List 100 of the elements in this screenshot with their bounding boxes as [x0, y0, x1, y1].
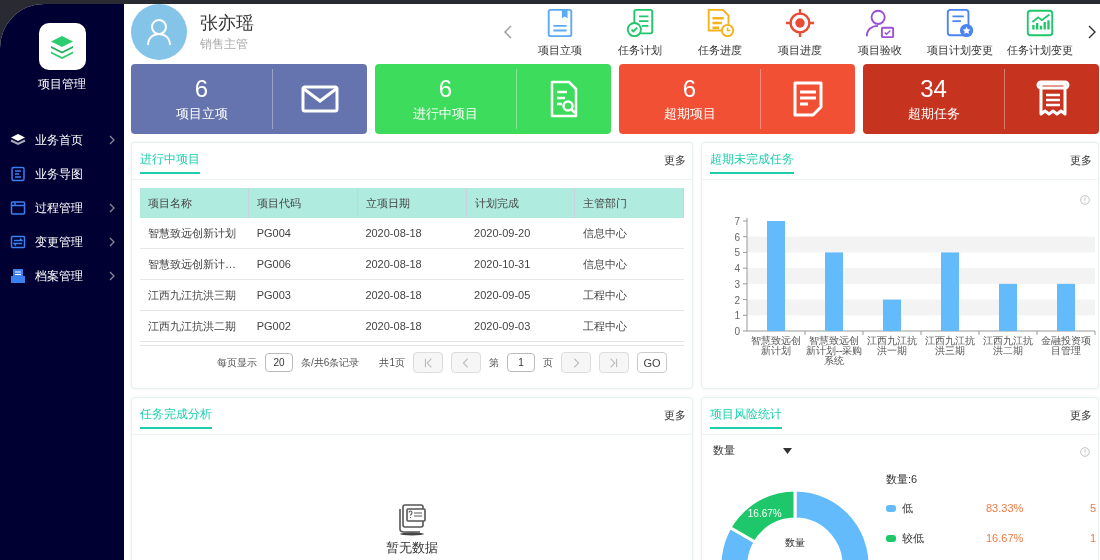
- stat-value: 6: [438, 75, 453, 103]
- stat-label: 超期任务: [907, 105, 960, 123]
- legend-label: 较低: [902, 530, 925, 546]
- table-cell: 智慧致远创新计划: [140, 218, 249, 249]
- page-count: 共1页: [379, 355, 405, 370]
- axis-label: 江西九江抗洪三期: [925, 335, 975, 356]
- legend-label: 低: [902, 500, 914, 516]
- menu-item[interactable]: 业务导图: [0, 157, 124, 191]
- shortcut[interactable]: 任务计划: [601, 6, 679, 58]
- record-count: 条/共6条记录: [301, 355, 360, 370]
- stat-value: 6: [682, 75, 697, 103]
- page-suffix: 页: [543, 355, 553, 370]
- shortcut[interactable]: 任务计划变更: [1001, 6, 1079, 58]
- legend-total: 数量:6: [886, 472, 919, 487]
- bar: [999, 283, 1017, 331]
- table-cell: 2020-08-18: [357, 248, 467, 280]
- axis-label: 6: [734, 231, 740, 243]
- axis-label: 5: [734, 247, 740, 259]
- stat-label: 进行中项目: [413, 105, 478, 123]
- chevron-left-icon: [504, 25, 512, 39]
- stat-card[interactable]: 6 项目立项: [131, 64, 367, 134]
- axis-label: 智慧致远创新计划--采购系统: [805, 335, 863, 366]
- table-cell: 2020-08-18: [357, 218, 467, 249]
- stat-label: 超期项目: [663, 105, 716, 123]
- stat-label: 项目立项: [175, 105, 228, 123]
- more-link[interactable]: 更多: [664, 143, 686, 168]
- table-cell: 2020-10-31: [466, 248, 575, 280]
- legend-count: 1: [1088, 532, 1096, 544]
- page-prefix: 第: [489, 355, 499, 370]
- table-cell: 工程中心: [574, 279, 684, 311]
- menu-item[interactable]: 过程管理: [0, 191, 124, 225]
- page-size-label: 每页显示: [217, 355, 258, 370]
- more-link[interactable]: 更多: [664, 398, 686, 423]
- axis-label: 4: [734, 263, 740, 275]
- table-cell: 2020-09-05: [466, 279, 575, 311]
- shortcut[interactable]: 项目计划变更: [921, 6, 999, 58]
- table-cell: 智慧致远创新计…: [140, 248, 249, 280]
- table-cell: 江西九江抗洪三期: [140, 279, 249, 311]
- menu-icon: [10, 268, 26, 284]
- info-icon: [1080, 195, 1090, 205]
- axis-label: 1: [734, 310, 740, 322]
- go-button[interactable]: GO: [637, 352, 667, 373]
- axis-label: 3: [734, 278, 740, 290]
- menu-item[interactable]: 业务首页: [0, 123, 124, 157]
- axis-label: 7: [734, 216, 740, 227]
- app-name: 项目管理: [37, 76, 87, 93]
- table-cell: PG002: [248, 310, 358, 342]
- menu-icon: [10, 200, 26, 216]
- slice-label: 16.67%: [747, 507, 782, 519]
- column-header: 项目代码: [248, 188, 358, 218]
- more-link[interactable]: 更多: [1070, 398, 1092, 423]
- table-cell: 工程中心: [574, 310, 684, 342]
- empty-message: 暂无数据: [386, 539, 438, 557]
- legend-count: 5: [1088, 502, 1096, 514]
- axis-label: 江西九江抗洪一期: [867, 335, 917, 356]
- user-silhouette-icon: [146, 18, 172, 46]
- table-cell: 2020-08-18: [357, 279, 467, 311]
- table-cell: 2020-09-03: [466, 310, 575, 342]
- table-cell: 2020-08-18: [357, 310, 467, 342]
- stat-card[interactable]: 34 超期任务: [863, 64, 1099, 134]
- shortcut-icon: [784, 6, 816, 39]
- axis-label: 0: [734, 326, 740, 337]
- table-cell: 2020-09-20: [466, 218, 575, 249]
- table-cell: PG006: [248, 248, 358, 280]
- table-cell: 信息中心: [574, 248, 684, 280]
- menu-item[interactable]: 档案管理: [0, 259, 124, 293]
- shortcut[interactable]: 项目立项: [521, 6, 599, 58]
- axis-label: 金融投资项目管理: [1041, 335, 1091, 356]
- menu-icon: [10, 166, 26, 182]
- stack-icon: [10, 132, 26, 148]
- info-icon: [1080, 447, 1090, 457]
- shortcut[interactable]: 项目进度: [761, 6, 839, 58]
- chevron-right-icon: [1088, 25, 1096, 39]
- page-number-field[interactable]: 1: [507, 353, 535, 372]
- column-header: 计划完成: [466, 188, 575, 218]
- stat-value: 34: [920, 75, 947, 103]
- column-header: 主管部门: [574, 188, 684, 218]
- more-link[interactable]: 更多: [1070, 143, 1092, 168]
- table-cell: PG003: [248, 279, 358, 311]
- bar: [1057, 283, 1075, 331]
- legend-percent: 83.33%: [986, 502, 1025, 514]
- axis-label: 智慧致远创新计划: [751, 335, 801, 356]
- bar: [883, 299, 901, 331]
- stat-card[interactable]: 6 超期项目: [619, 64, 855, 134]
- user-name: 张亦瑶: [200, 11, 255, 34]
- stat-value: 6: [194, 75, 209, 103]
- legend-percent: 16.67%: [986, 532, 1025, 544]
- donut-center-label: 数量: [785, 537, 805, 548]
- table-cell: PG004: [248, 218, 358, 249]
- shortcut[interactable]: 任务进度: [681, 6, 759, 58]
- column-header: 项目名称: [140, 188, 249, 218]
- menu-icon: [10, 234, 26, 250]
- caret-down-icon: [783, 447, 792, 454]
- chart-title: 数量: [713, 443, 735, 458]
- table-cell: 信息中心: [574, 218, 684, 249]
- shortcut[interactable]: 项目验收: [841, 6, 919, 58]
- menu-item[interactable]: 变更管理: [0, 225, 124, 259]
- page-size-field[interactable]: 20: [265, 353, 294, 372]
- metric-dropdown[interactable]: 数量: [713, 443, 792, 458]
- user-role: 销售主管: [200, 35, 249, 53]
